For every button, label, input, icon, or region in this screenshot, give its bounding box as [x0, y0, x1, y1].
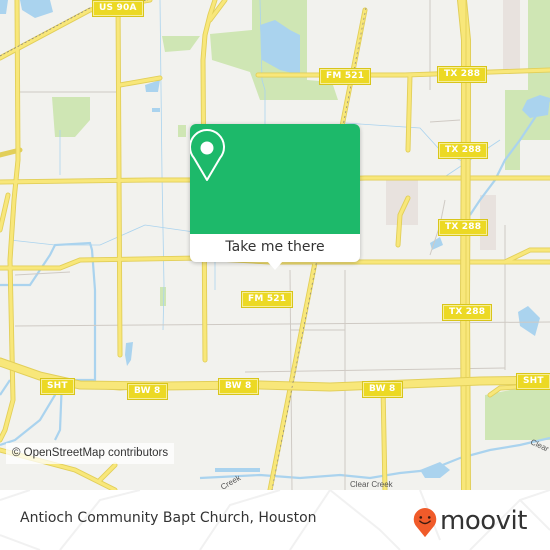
water-label-clear-creek: Clear Creek	[350, 480, 393, 489]
location-pin-icon	[190, 129, 225, 181]
place-title: Antioch Community Bapt Church, Houston	[20, 510, 317, 526]
popup-header	[190, 124, 360, 234]
take-me-there-button[interactable]: Take me there	[190, 234, 360, 262]
moovit-pin-logo-icon	[413, 508, 437, 538]
road-shield-fm-521: FM 521	[240, 291, 294, 308]
moovit-brand-name: moovit	[440, 506, 527, 536]
road-shield-fm-521: FM 521	[318, 68, 372, 85]
road-shield-tx-288: TX 288	[437, 142, 489, 159]
road-shield-tx-288: TX 288	[437, 219, 489, 236]
urban-areas	[386, 0, 520, 250]
map-view[interactable]: US 90A FM 521 TX 288 TX 288 TX 288 FM 52…	[0, 0, 550, 490]
road-shield-tx-288: TX 288	[441, 304, 493, 321]
road-shield-sht: SHT	[40, 378, 75, 395]
attribution-text: © OpenStreetMap contributors	[12, 447, 169, 459]
osm-attribution[interactable]: © OpenStreetMap contributors	[6, 443, 175, 464]
road-shield-bw-8: BW 8	[218, 378, 259, 395]
road-shield-bw-8: BW 8	[127, 383, 168, 400]
road-shield-sht: SHT	[516, 373, 550, 390]
road-shield-bw-8: BW 8	[362, 381, 403, 398]
road-shield-us-90a: US 90A	[92, 0, 144, 17]
popup-pointer	[267, 261, 283, 270]
location-popup[interactable]: Take me there	[190, 124, 360, 270]
road-shield-tx-288: TX 288	[436, 66, 488, 83]
